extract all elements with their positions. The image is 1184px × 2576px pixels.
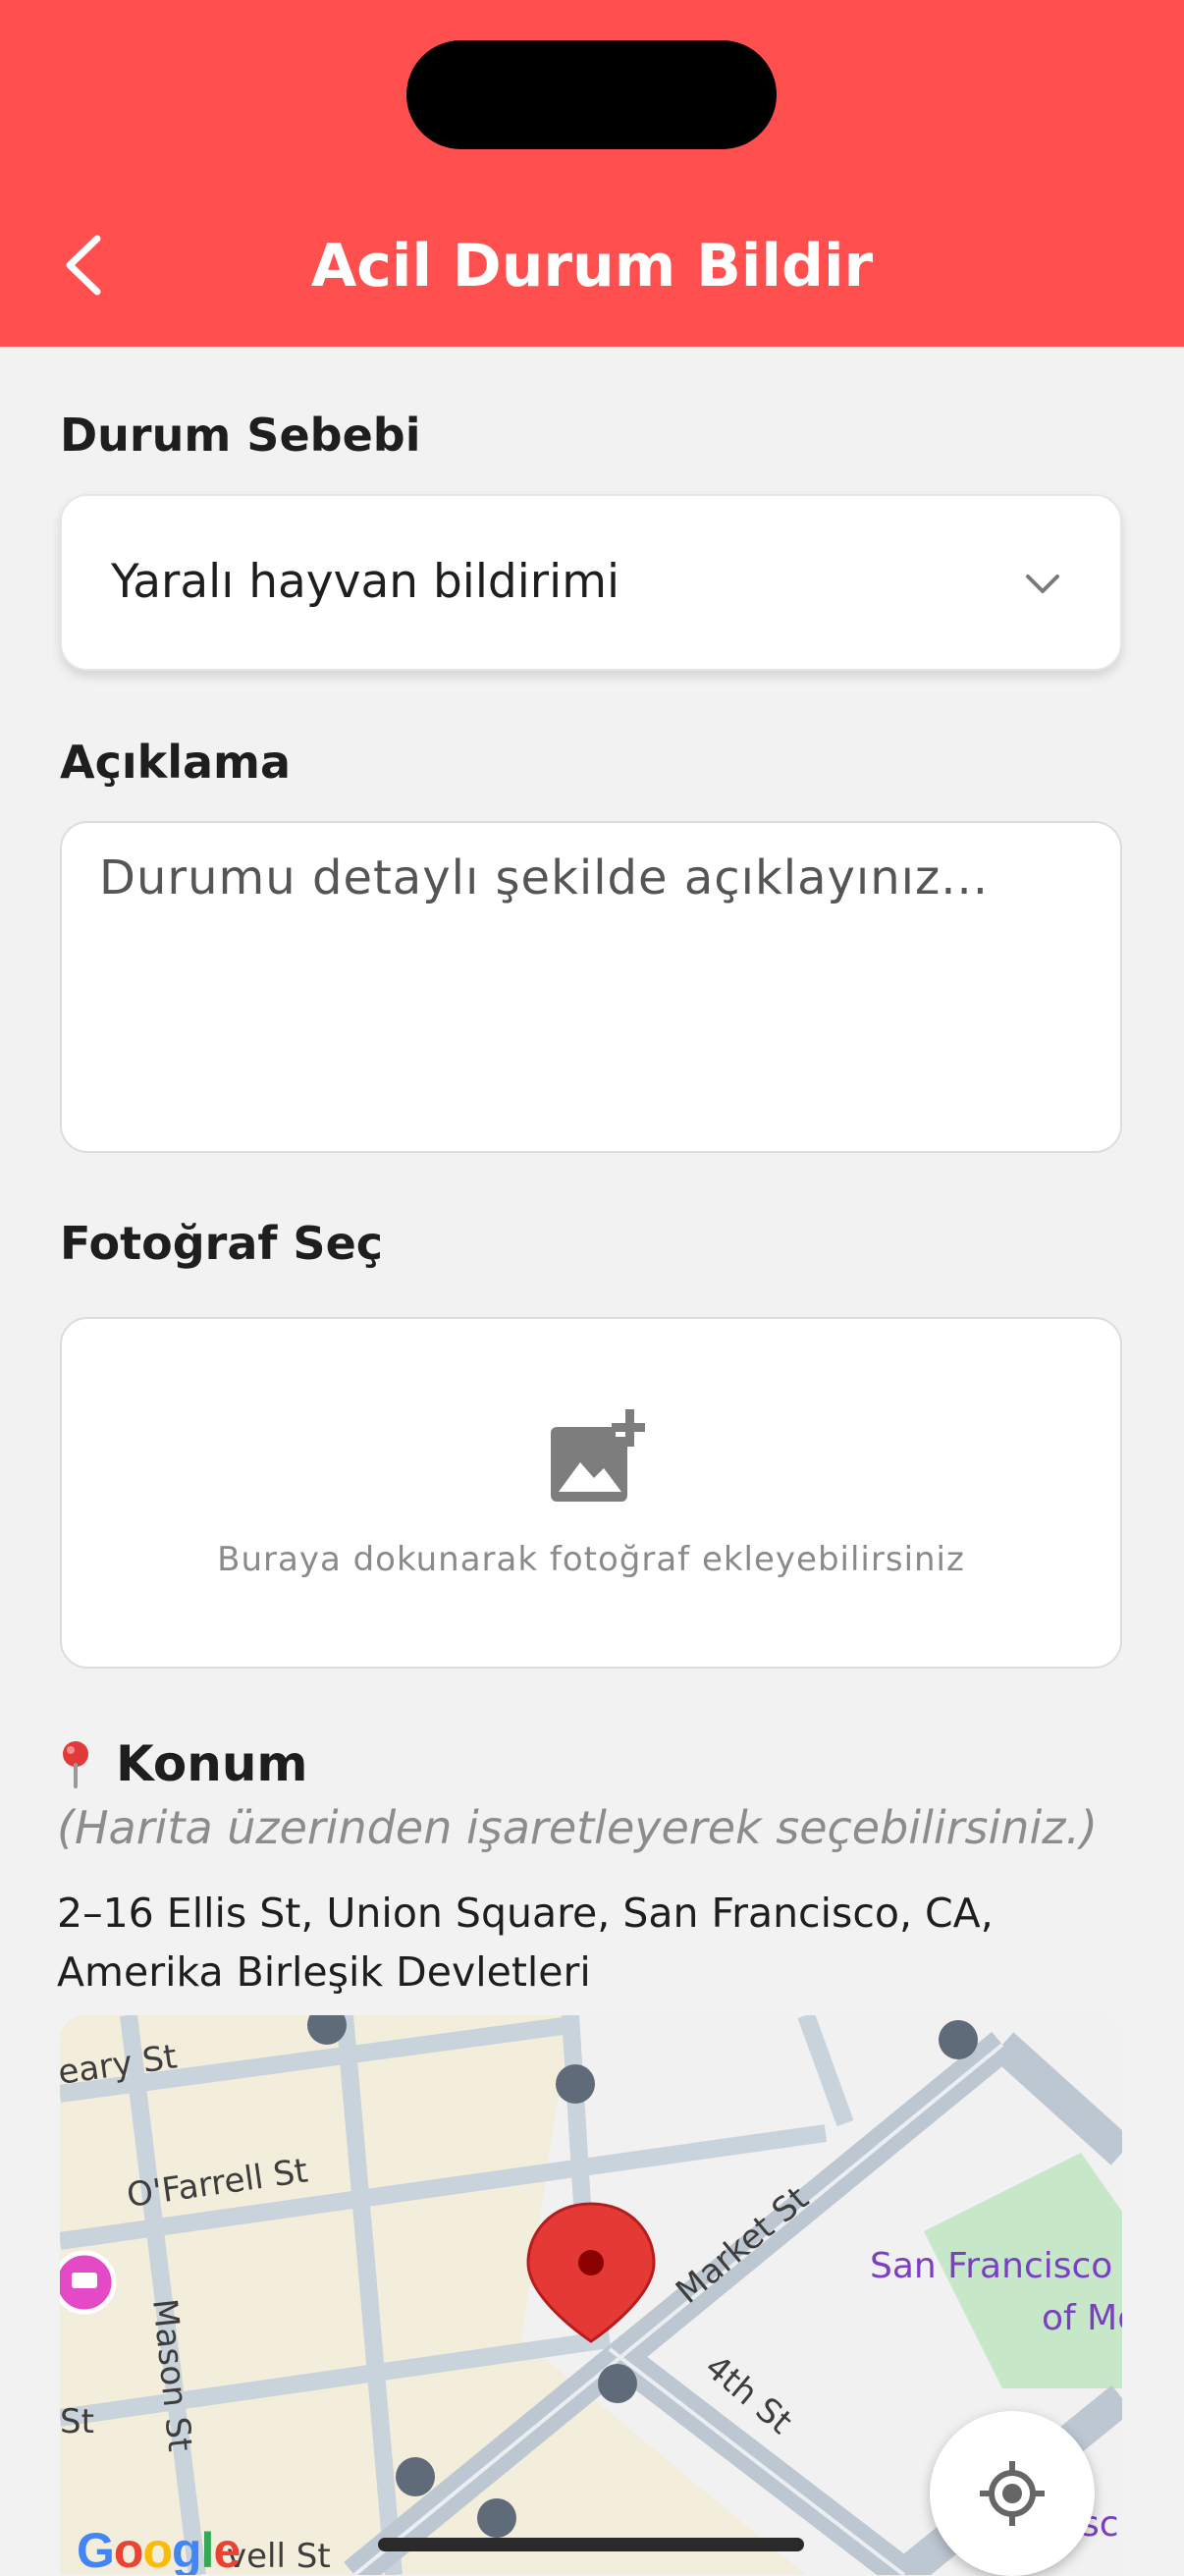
google-logo: Google [77,2523,241,2575]
map-street-label: vell St [227,2537,331,2575]
map-poi-label: San Francisco [870,2246,1112,2286]
my-location-button[interactable] [930,2411,1095,2576]
reason-label: Durum Sebebi [60,409,421,462]
map-street-label: St [60,2402,94,2441]
pin-icon [63,1741,88,1788]
description-textarea[interactable]: Durumu detaylı şekilde açıklayınız... [60,821,1122,1153]
location-hint: (Harita üzerinden işaretleyerek seçebili… [57,1801,1098,1854]
app-header: Acil Durum Bildir [0,0,1184,347]
description-placeholder: Durumu detaylı şekilde açıklayınız... [99,850,989,905]
reason-dropdown[interactable]: Yaralı hayvan bildirimi [60,494,1122,671]
location-address: 2–16 Ellis St, Union Square, San Francis… [57,1890,994,1996]
description-label: Açıklama [60,736,292,789]
location-title: Konum [57,1735,308,1792]
chevron-down-icon [1026,575,1059,593]
photo-picker[interactable]: Buraya dokunarak fotoğraf ekleyebilirsin… [60,1317,1122,1669]
crosshair-icon [980,2461,1045,2526]
add-photo-icon [551,1407,645,1502]
photo-hint: Buraya dokunarak fotoğraf ekleyebilirsin… [217,1540,965,1579]
page-title: Acil Durum Bildir [310,232,874,301]
home-indicator [378,2538,804,2551]
location-title-text: Konum [116,1735,308,1792]
dynamic-island [406,40,777,149]
reason-selected-value: Yaralı hayvan bildirimi [111,555,620,609]
map-poi-label: of Mo [1042,2298,1122,2338]
photo-label: Fotoğraf Seç [60,1217,384,1270]
